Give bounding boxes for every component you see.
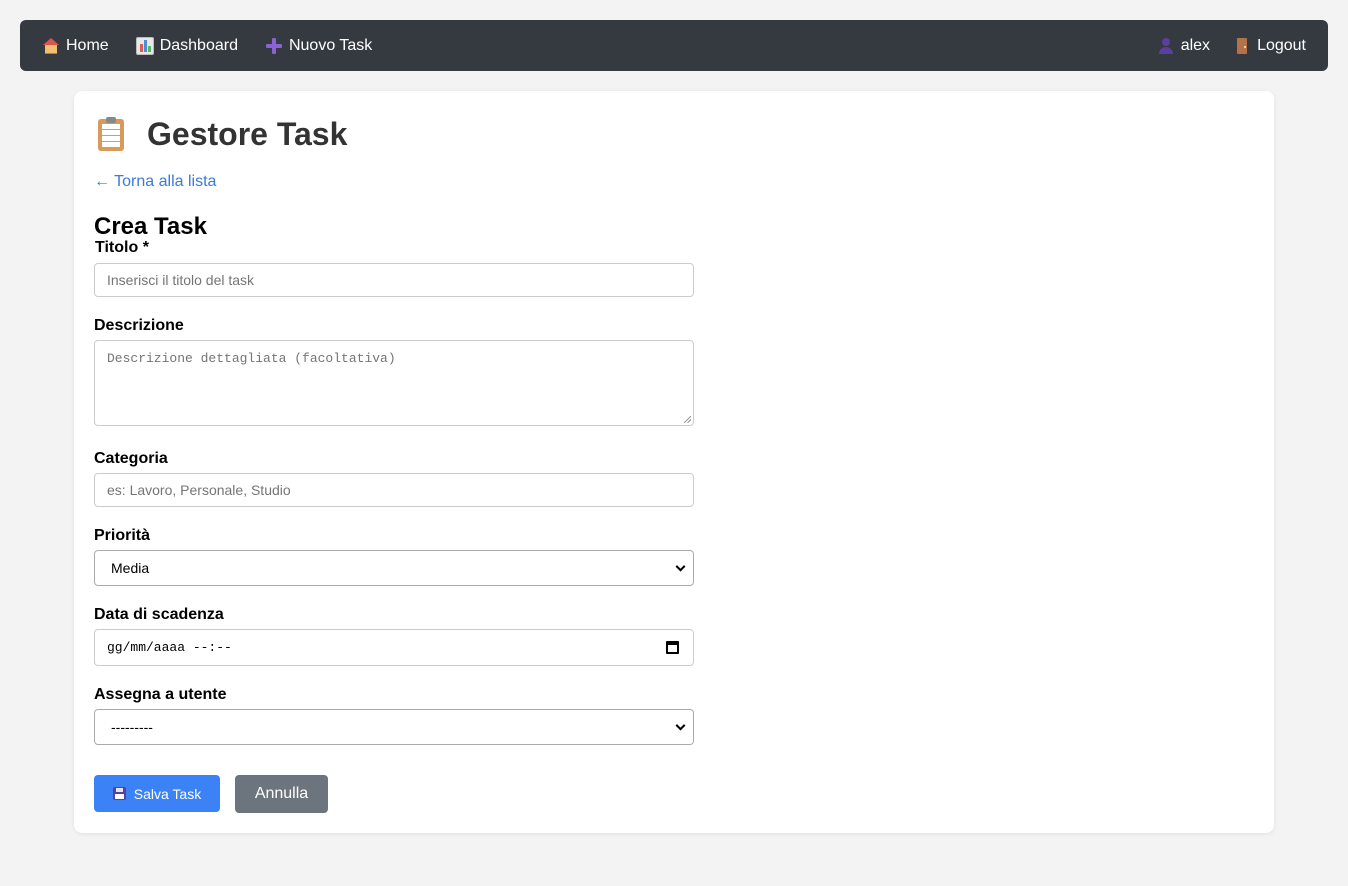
clipboard-icon — [98, 116, 124, 151]
due-date-input[interactable]: gg/mm/aaaa --:-- — [94, 629, 694, 666]
nav-user-link[interactable]: alex — [1157, 37, 1210, 55]
form-heading: Crea Task — [94, 213, 207, 240]
plus-icon — [265, 37, 283, 55]
chevron-down-icon — [675, 561, 686, 572]
save-task-label: Salva Task — [133, 785, 202, 802]
nav-new-task-label: Nuovo Task — [288, 36, 373, 54]
main-card: Gestore Task ← Torna alla lista Crea Tas… — [74, 91, 1274, 833]
floppy-disk-icon — [112, 787, 126, 800]
nav-user-label: alex — [1180, 36, 1211, 54]
back-to-list-link[interactable]: ← Torna alla lista — [94, 173, 216, 191]
house-icon — [42, 37, 60, 55]
nav-right: alex Logout — [1134, 37, 1306, 55]
cancel-label: Annulla — [254, 785, 309, 802]
calendar-icon[interactable] — [666, 641, 679, 654]
page-title: Gestore Task — [98, 116, 347, 153]
nav-home-label: Home — [66, 36, 109, 54]
description-placeholder: Descrizione dettagliata (facoltativa) — [107, 351, 396, 366]
nav-logout-link[interactable]: Logout — [1233, 37, 1306, 55]
nav-left: Home Dashboard Nuovo Task — [42, 36, 399, 55]
category-label: Categoria — [94, 450, 168, 467]
title-input[interactable]: Inserisci il titolo del task — [94, 263, 694, 297]
description-label: Descrizione — [94, 317, 184, 334]
page-title-text: Gestore Task — [147, 116, 348, 152]
priority-selected-value: Media — [111, 560, 150, 576]
save-task-button[interactable]: Salva Task — [94, 775, 220, 812]
nav-new-task-link[interactable]: Nuovo Task — [265, 37, 372, 55]
due-date-placeholder: gg/mm/aaaa --:-- — [107, 640, 232, 655]
nav-home-link[interactable]: Home — [42, 37, 109, 55]
resize-handle-icon[interactable] — [684, 416, 691, 423]
description-textarea[interactable]: Descrizione dettagliata (facoltativa) — [94, 340, 694, 426]
assign-user-label: Assegna a utente — [94, 686, 227, 703]
category-input[interactable]: es: Lavoro, Personale, Studio — [94, 473, 694, 507]
bar-chart-icon — [135, 36, 154, 55]
nav-logout-label: Logout — [1257, 36, 1306, 54]
chevron-down-icon — [675, 720, 686, 731]
category-placeholder: es: Lavoro, Personale, Studio — [107, 482, 291, 498]
user-icon — [1157, 37, 1175, 55]
door-icon — [1233, 37, 1251, 55]
priority-label: Priorità — [94, 527, 151, 544]
assign-user-select[interactable]: --------- — [94, 709, 694, 745]
nav-dashboard-link[interactable]: Dashboard — [135, 36, 238, 55]
assign-user-selected-value: --------- — [111, 719, 153, 735]
priority-select[interactable]: Media — [94, 550, 694, 586]
nav-dashboard-label: Dashboard — [159, 36, 238, 54]
title-label: Titolo * — [95, 239, 149, 256]
due-date-label: Data di scadenza — [94, 606, 224, 623]
cancel-button[interactable]: Annulla — [235, 775, 328, 813]
top-navbar: Home Dashboard Nuovo Task alex Logout — [20, 20, 1328, 71]
title-placeholder: Inserisci il titolo del task — [107, 272, 255, 288]
